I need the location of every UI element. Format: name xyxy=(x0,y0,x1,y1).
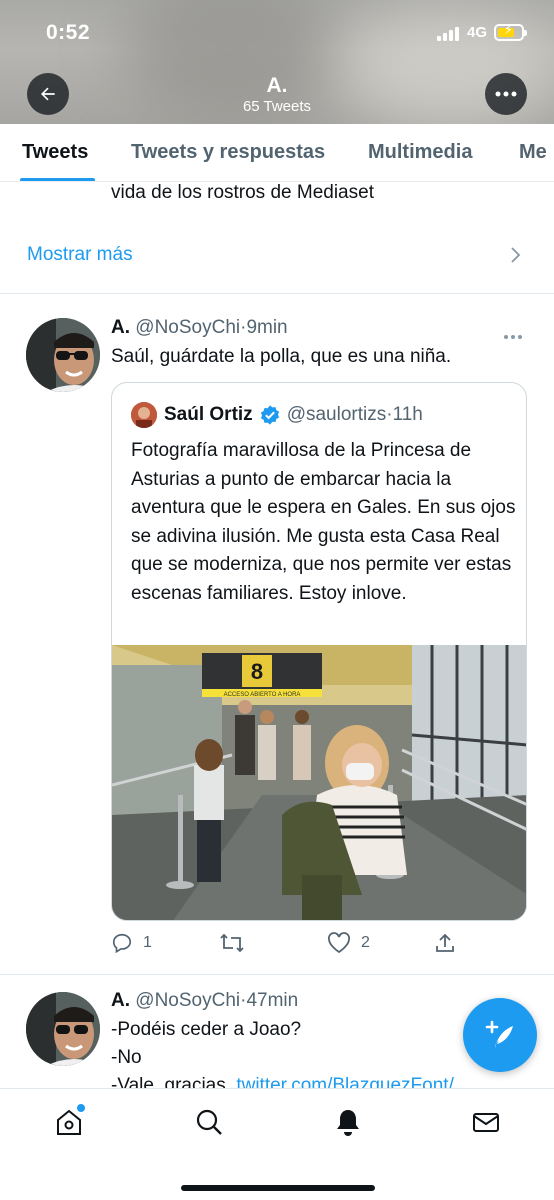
profile-tabs: Tweets Tweets y respuestas Multimedia Me xyxy=(0,124,554,182)
avatar[interactable] xyxy=(26,992,100,1066)
author-name[interactable]: A. xyxy=(111,990,130,1011)
tweet-text-line: -No xyxy=(111,1047,142,1068)
tweet-text: vida de los rostros de Mediaset xyxy=(111,182,374,203)
status-time: 0:52 xyxy=(46,21,91,44)
tweet-count: 65 Tweets xyxy=(242,98,312,115)
more-icon xyxy=(495,91,517,97)
tweet-time[interactable]: 9min xyxy=(246,317,287,338)
tweet-options-icon[interactable] xyxy=(504,326,525,344)
divider xyxy=(0,974,554,975)
quoted-tweet-photo[interactable]: 8 ACCESO ABIERTO A HORA xyxy=(112,645,526,920)
verified-icon xyxy=(260,405,279,425)
timeline: vida de los rostros de Mediaset Mostrar … xyxy=(0,182,554,1088)
profile-name: A. xyxy=(266,74,288,97)
bottom-navigation xyxy=(0,1088,554,1200)
signal-icon xyxy=(437,27,461,41)
share-button[interactable] xyxy=(434,932,466,954)
author-handle[interactable]: @NoSoyChi xyxy=(135,990,240,1011)
photo-sign-text: ACCESO ABIERTO A HORA xyxy=(224,692,301,698)
more-button[interactable] xyxy=(485,73,527,115)
tweet-text: Saúl, guárdate la polla, que es una niña… xyxy=(111,346,452,367)
tweet-text-line: -Podéis ceder a Joao? xyxy=(111,1019,302,1040)
compose-tweet-button[interactable] xyxy=(463,998,537,1072)
notification-dot xyxy=(77,1104,85,1112)
photo-gate-number: 8 xyxy=(251,659,263,684)
author-name[interactable]: A. xyxy=(111,317,130,338)
battery-icon: ⚡ xyxy=(494,23,527,41)
like-button[interactable]: 2 xyxy=(327,932,370,954)
tweet-header: A. @NoSoyChi·47min xyxy=(111,990,298,1012)
like-count: 2 xyxy=(361,934,370,951)
quoted-avatar xyxy=(131,402,157,428)
like-icon xyxy=(328,932,350,954)
tweet-header: A. @NoSoyChi·9min xyxy=(111,317,288,339)
tab-likes[interactable]: Me xyxy=(519,141,547,164)
tweet-time[interactable]: 47min xyxy=(246,990,298,1011)
show-more-link[interactable]: Mostrar más xyxy=(27,244,133,266)
author-handle[interactable]: @NoSoyChi xyxy=(135,317,240,338)
profile-header: 0:52 4G ⚡ A. 65 Tweets xyxy=(0,0,554,124)
tweet-link[interactable]: twitter.com/BlazquezFont/ xyxy=(236,1075,454,1088)
quoted-tweet-header: Saúl Ortiz @saulortizs · 11h xyxy=(131,402,423,428)
tweet-text: -Vale, gracias. xyxy=(111,1075,237,1088)
network-label: 4G xyxy=(467,24,488,41)
quoted-author-handle: @saulortizs xyxy=(286,404,387,425)
retweet-button[interactable] xyxy=(219,932,255,954)
mail-icon[interactable] xyxy=(471,1107,501,1137)
chevron-right-icon xyxy=(511,247,521,263)
divider xyxy=(0,293,554,294)
reply-icon xyxy=(112,933,132,954)
search-icon[interactable] xyxy=(194,1107,224,1137)
tweet-actions: 1 2 xyxy=(111,932,531,960)
quoted-tweet-text: Fotografía maravillosa de la Princesa de… xyxy=(131,440,516,604)
avatar[interactable] xyxy=(26,318,100,392)
bell-icon[interactable] xyxy=(333,1107,363,1137)
reply-count: 1 xyxy=(143,934,152,951)
tab-media[interactable]: Multimedia xyxy=(368,141,472,164)
status-bar: 0:52 4G ⚡ xyxy=(0,0,554,64)
tab-tweets-replies[interactable]: Tweets y respuestas xyxy=(131,141,325,164)
share-icon xyxy=(436,933,454,952)
tab-tweets[interactable]: Tweets xyxy=(22,141,88,164)
compose-icon xyxy=(485,1020,513,1048)
quoted-author-name: Saúl Ortiz xyxy=(164,404,253,425)
quoted-tweet[interactable]: Saúl Ortiz @saulortizs · 11h Fotografía ma… xyxy=(111,382,527,921)
retweet-icon xyxy=(220,933,244,953)
reply-button[interactable]: 1 xyxy=(111,932,152,954)
quoted-tweet-time: 11h xyxy=(392,404,423,425)
tweet-text-line: -Vale, gracias. twitter.com/BlazquezFont… xyxy=(111,1072,454,1088)
home-indicator xyxy=(181,1185,375,1191)
